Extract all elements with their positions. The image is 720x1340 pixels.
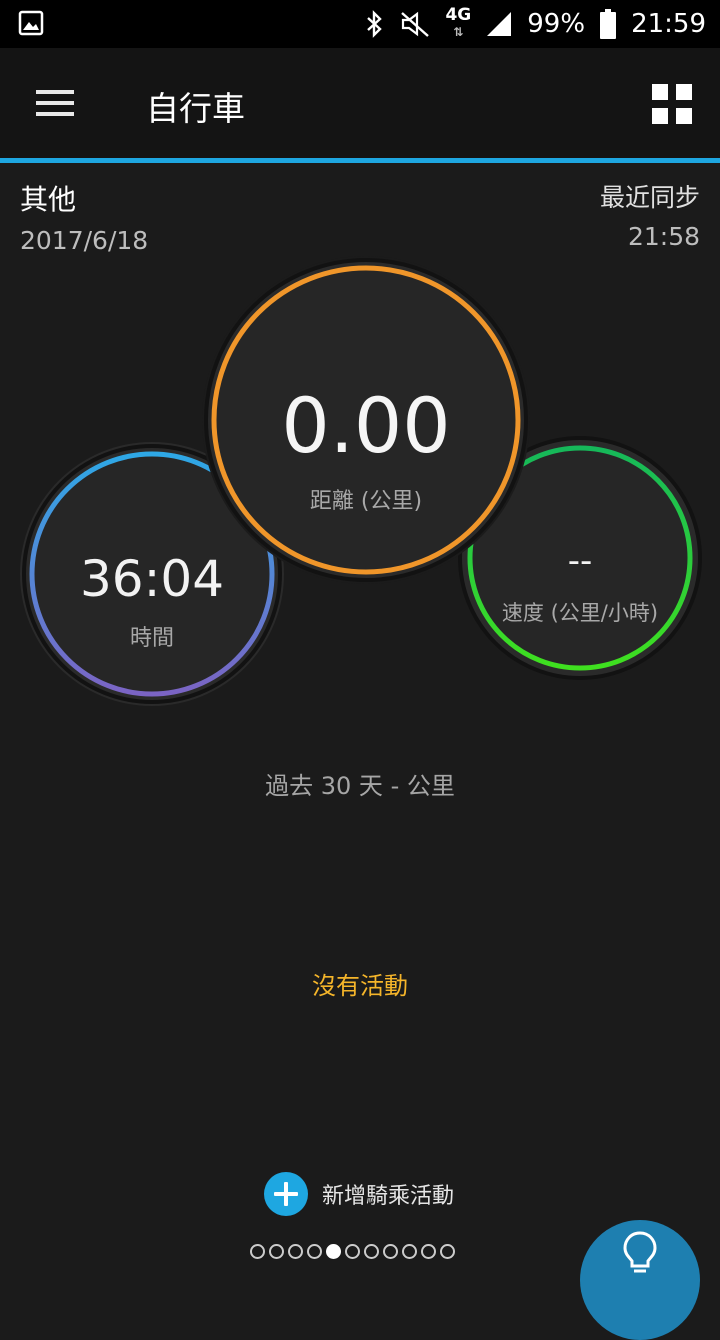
history-period-label: 過去 30 天 - 公里 bbox=[265, 772, 455, 800]
widgets-grid-icon[interactable] bbox=[652, 84, 692, 124]
sync-info: 最近同步 21:58 bbox=[600, 178, 700, 251]
no-activity-message: 沒有活動 bbox=[312, 972, 408, 1000]
page-dot[interactable] bbox=[440, 1244, 455, 1259]
battery-icon bbox=[600, 9, 617, 39]
plus-icon[interactable] bbox=[264, 1172, 308, 1216]
battery-percentage: 99% bbox=[527, 9, 586, 39]
page-dot[interactable] bbox=[307, 1244, 322, 1259]
distance-label: 距離 (公里) bbox=[310, 489, 422, 514]
page-title: 自行車 bbox=[146, 89, 245, 128]
activity-info: 其他 2017/6/18 bbox=[20, 178, 148, 255]
page-dot[interactable] bbox=[326, 1244, 341, 1259]
page-dot[interactable] bbox=[402, 1244, 417, 1259]
last-sync-time: 21:58 bbox=[627, 222, 700, 251]
add-activity-button[interactable]: 新增騎乘活動 bbox=[264, 1172, 454, 1216]
page-dot[interactable] bbox=[288, 1244, 303, 1259]
menu-icon[interactable] bbox=[36, 88, 76, 118]
time-value: 36:04 bbox=[80, 550, 224, 608]
data-arrows-icon: ⇅ bbox=[453, 25, 464, 39]
gallery-notification-icon bbox=[18, 10, 44, 36]
clock: 21:59 bbox=[631, 9, 706, 39]
network-indicator: 4G ⇅ bbox=[445, 7, 471, 41]
speed-value: -- bbox=[568, 541, 593, 581]
distance-metric-circle[interactable]: 0.00 距離 (公里) bbox=[202, 256, 530, 584]
page-indicator bbox=[250, 1244, 455, 1259]
page-dot[interactable] bbox=[269, 1244, 284, 1259]
page-dot[interactable] bbox=[345, 1244, 360, 1259]
mute-icon bbox=[401, 11, 430, 37]
page-dot[interactable] bbox=[383, 1244, 398, 1259]
signal-icon bbox=[487, 12, 512, 36]
page-dot[interactable] bbox=[364, 1244, 379, 1259]
add-activity-label: 新增騎乘活動 bbox=[322, 1184, 455, 1209]
status-bar: 4G ⇅ 99% 21:59 bbox=[0, 0, 720, 48]
tips-button[interactable] bbox=[580, 1220, 700, 1340]
app-bar: 自行車 bbox=[0, 48, 720, 158]
speed-label: 速度 (公里/小時) bbox=[502, 601, 658, 625]
time-label: 時間 bbox=[130, 626, 174, 651]
last-sync-label: 最近同步 bbox=[599, 183, 700, 212]
metrics-dial-group: 36:04 時間 -- 速度 (公里/小時) 0.00 距離 (公里) bbox=[20, 256, 702, 706]
page-dot[interactable] bbox=[250, 1244, 265, 1259]
app-bar-accent-line bbox=[0, 158, 720, 163]
activity-category: 其他 bbox=[20, 183, 77, 216]
distance-value: 0.00 bbox=[281, 381, 450, 470]
page-dot[interactable] bbox=[421, 1244, 436, 1259]
lightbulb-icon bbox=[623, 1231, 657, 1273]
bluetooth-icon bbox=[367, 10, 383, 38]
network-type: 4G bbox=[445, 5, 472, 25]
